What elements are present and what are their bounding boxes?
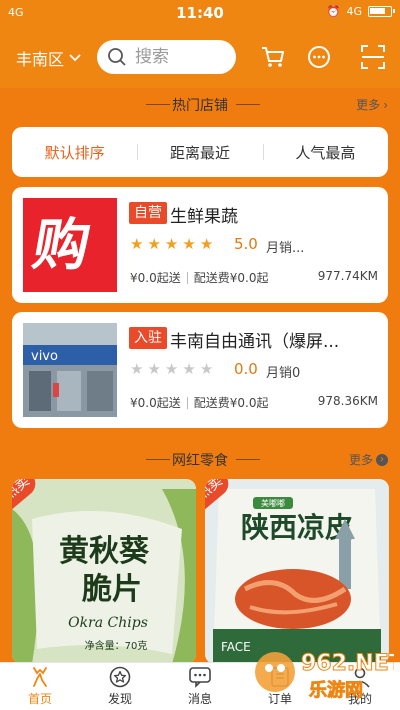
hot-shops-header: 热门店铺 更多 › — [0, 91, 400, 117]
more-label: 更多 — [356, 98, 381, 112]
shop-logo: 购 — [23, 198, 117, 292]
chevron-down-icon — [69, 54, 81, 62]
star-icon: ★ — [164, 360, 179, 378]
tab-label: 发现 — [107, 692, 132, 706]
more-label: 更多 — [348, 453, 373, 467]
scan-icon[interactable] — [360, 44, 386, 70]
app-header: 丰南区 — [0, 28, 400, 88]
tab-label: 消息 — [187, 692, 212, 706]
shop-name: 丰南自由通讯（爆屏... — [170, 332, 340, 352]
star-icon: ★ — [182, 235, 196, 253]
search-input[interactable] — [135, 47, 225, 67]
shop-card[interactable]: 购 自营 生鲜果蔬 ★ ★ ★ ★ ★ 5.0 月销... ¥0.0起送 配送费… — [12, 187, 388, 303]
star-icon: ★ — [199, 235, 214, 253]
status-right: ⏰ 4G — [326, 5, 395, 18]
cart-icon[interactable] — [260, 44, 286, 70]
rating-value: 5.0 — [234, 235, 258, 253]
star-icon: ★ — [130, 360, 144, 378]
product-title: 陕西凉皮 — [241, 511, 353, 544]
delivery-fee: 配送费¥0.0起 — [193, 271, 269, 285]
tab-messages[interactable]: 消息 — [160, 663, 240, 710]
shop-logo-text: 购 — [28, 213, 95, 278]
watermark-line2: 乐游网 — [309, 679, 363, 701]
monthly-sales: 月销0 — [266, 366, 301, 381]
rating-stars: ★ ★ ★ ★ ★ — [130, 235, 213, 253]
star-icon: ★ — [199, 360, 214, 378]
shop-name: 生鲜果蔬 — [170, 207, 238, 227]
product-weight: 净含量：70克 — [85, 639, 148, 652]
shop-distance: 977.74KM — [317, 269, 378, 283]
brand-label: 美嘟嘟 — [261, 498, 285, 508]
tab-label: 首页 — [27, 692, 52, 706]
watermark-line1: 962.NET — [301, 651, 394, 676]
product-subtitle: Okra Chips — [68, 615, 148, 631]
rating-stars: ★ ★ ★ ★ ★ — [130, 360, 213, 378]
star-icon: ★ — [130, 235, 144, 253]
network-indicator: 4G — [346, 5, 362, 18]
tab-most-popular[interactable]: 人气最高 — [262, 142, 388, 163]
search-icon — [108, 48, 126, 66]
divider — [236, 459, 260, 460]
location-label: 丰南区 — [16, 50, 65, 69]
star-icon: ★ — [164, 235, 179, 253]
divider — [236, 104, 260, 105]
product-card-okra[interactable]: 黄秋葵 脆片 Okra Chips 净含量：70克 热卖 — [12, 479, 196, 664]
message-bubble-icon[interactable] — [306, 44, 332, 70]
shop-type-badge: 入驻 — [129, 327, 167, 349]
battery-icon — [368, 6, 395, 17]
shop-logo-graphic: 购 — [23, 198, 117, 292]
star-icon: ★ — [147, 235, 161, 253]
tab-default-sort[interactable]: 默认排序 — [12, 142, 137, 163]
shop-meta: ¥0.0起送 配送费¥0.0起 — [130, 394, 268, 411]
watermark-logo: 962.NET 乐游网 — [255, 651, 400, 701]
location-selector[interactable]: 丰南区 — [16, 46, 82, 70]
sort-tabs: 默认排序 距离最近 人气最高 — [12, 127, 388, 177]
tab-nearest[interactable]: 距离最近 — [137, 142, 262, 163]
product-image: 黄秋葵 脆片 Okra Chips 净含量：70克 — [12, 479, 196, 664]
tab-discover[interactable]: 发现 — [80, 663, 160, 710]
chevron-right-circle-icon: › — [376, 453, 388, 466]
site-watermark: 962.NET 乐游网 — [249, 632, 400, 708]
deer-icon — [33, 667, 47, 687]
min-order: ¥0.0起送 — [130, 396, 181, 410]
shop-type-badge: 自营 — [129, 202, 167, 224]
shop-photo: vivo — [23, 323, 117, 417]
status-bar: 4G 11:40 ⏰ 4G — [0, 0, 400, 28]
star-icon: ★ — [147, 360, 161, 378]
chevron-right-icon: › — [383, 97, 388, 112]
snacks-header: 网红零食 更多 › — [0, 446, 400, 472]
chat-icon — [189, 667, 211, 688]
tab-home[interactable]: 首页 — [0, 663, 80, 710]
storefront-image: vivo — [23, 323, 117, 417]
star-icon: ★ — [182, 360, 196, 378]
product-title-line1: 黄秋葵 — [59, 534, 150, 569]
monthly-sales: 月销... — [266, 241, 305, 256]
star-circle-icon — [109, 666, 131, 688]
divider — [186, 396, 188, 409]
alarm-icon: ⏰ — [326, 5, 341, 18]
store-sign-text: vivo — [31, 349, 58, 364]
shop-meta: ¥0.0起送 配送费¥0.0起 — [130, 269, 268, 286]
delivery-fee: 配送费¥0.0起 — [193, 396, 269, 410]
product-brand-face: FACE — [221, 640, 251, 654]
search-box[interactable] — [97, 40, 236, 74]
divider — [186, 271, 188, 284]
section-title-snacks: 网红零食 — [172, 453, 228, 469]
product-title-line2: 脆片 — [81, 572, 142, 607]
section-title-hot-shops: 热门店铺 — [172, 98, 228, 114]
min-order: ¥0.0起送 — [130, 271, 181, 285]
shop-distance: 978.36KM — [317, 394, 378, 408]
rating-value: 0.0 — [234, 360, 258, 378]
shop-card[interactable]: vivo 入驻 丰南自由通讯（爆屏... ★ ★ ★ ★ ★ 0.0 月销0 ¥… — [12, 312, 388, 428]
snacks-more-link[interactable]: 更多 › — [349, 451, 388, 468]
hot-shops-more-link[interactable]: 更多 › — [356, 96, 388, 113]
